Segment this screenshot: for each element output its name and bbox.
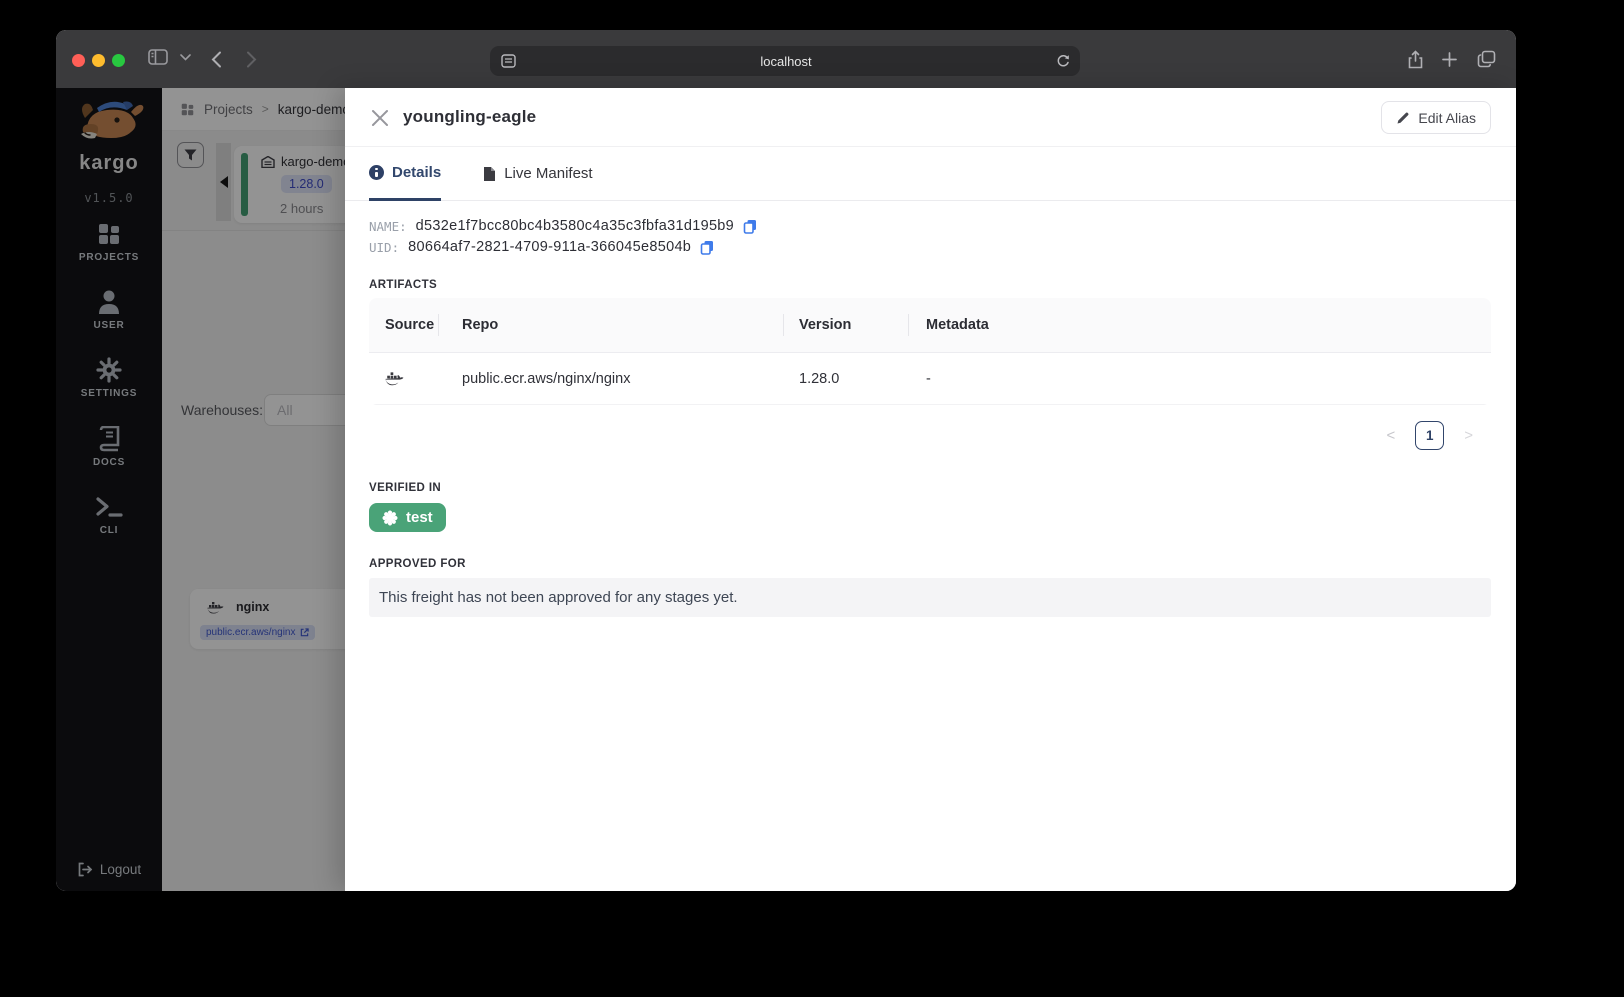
uid-value: 80664af7-2821-4709-911a-366045e8504b bbox=[408, 239, 692, 255]
close-icon[interactable] bbox=[371, 109, 389, 127]
next-page-icon[interactable]: > bbox=[1464, 427, 1473, 444]
stage-name: test bbox=[406, 509, 433, 526]
col-metadata: Metadata bbox=[908, 298, 1491, 352]
info-icon bbox=[369, 165, 384, 180]
verified-in-heading: VERIFIED IN bbox=[369, 482, 442, 494]
artifact-metadata: - bbox=[926, 370, 931, 387]
close-window-button[interactable] bbox=[72, 54, 85, 67]
col-repo: Repo bbox=[438, 298, 783, 352]
back-icon[interactable] bbox=[211, 51, 222, 68]
copy-uid-icon[interactable] bbox=[700, 240, 714, 255]
docker-icon bbox=[385, 372, 404, 386]
pagination: < 1 > bbox=[369, 421, 1491, 450]
drawer-body: NAME: d532e1f7bcc80bc4b3580c4a35c3fbfa31… bbox=[345, 218, 1516, 617]
minimize-window-button[interactable] bbox=[92, 54, 105, 67]
tab-live-manifest-label: Live Manifest bbox=[504, 165, 593, 182]
uid-label: UID: bbox=[369, 239, 400, 255]
edit-alias-label: Edit Alias bbox=[1418, 109, 1476, 126]
tab-details-label: Details bbox=[392, 164, 442, 181]
freight-details-drawer: youngling-eagle Edit Alias Details Live … bbox=[345, 88, 1516, 891]
name-value: d532e1f7bcc80bc4b3580c4a35c3fbfa31d195b9 bbox=[415, 218, 735, 234]
share-icon[interactable] bbox=[1407, 50, 1424, 69]
uid-row: UID: 80664af7-2821-4709-911a-366045e8504… bbox=[369, 239, 1491, 255]
freight-alias-title: youngling-eagle bbox=[403, 107, 537, 126]
approved-for-heading: APPROVED FOR bbox=[369, 558, 466, 570]
approved-for-empty-message: This freight has not been approved for a… bbox=[369, 578, 1491, 617]
screenshot-stage: localhost kargo v1.5.0 PROJECTS USER SET… bbox=[0, 0, 1624, 997]
name-row: NAME: d532e1f7bcc80bc4b3580c4a35c3fbfa31… bbox=[369, 218, 1491, 234]
chevron-down-icon[interactable] bbox=[180, 54, 191, 61]
drawer-header: youngling-eagle Edit Alias bbox=[345, 88, 1516, 147]
tab-details[interactable]: Details bbox=[369, 147, 442, 201]
file-icon bbox=[484, 166, 496, 181]
artifacts-table: Source Repo Version Metadata public.ecr.… bbox=[369, 298, 1491, 405]
stage-badge-test[interactable]: test bbox=[369, 503, 446, 532]
address-bar[interactable]: localhost bbox=[490, 46, 1080, 76]
artifacts-heading: ARTIFACTS bbox=[369, 279, 438, 291]
tab-overview-icon[interactable] bbox=[1477, 50, 1496, 68]
name-label: NAME: bbox=[369, 218, 407, 234]
forward-icon[interactable] bbox=[246, 51, 257, 68]
reload-icon[interactable] bbox=[1056, 54, 1070, 69]
prev-page-icon[interactable]: < bbox=[1386, 427, 1395, 444]
copy-name-icon[interactable] bbox=[743, 219, 757, 234]
url-text: localhost bbox=[760, 53, 812, 69]
artifacts-table-header: Source Repo Version Metadata bbox=[369, 298, 1491, 353]
stage-flower-icon bbox=[382, 510, 398, 525]
page-format-icon[interactable] bbox=[501, 54, 516, 68]
edit-alias-button[interactable]: Edit Alias bbox=[1381, 101, 1491, 134]
current-page-button[interactable]: 1 bbox=[1415, 421, 1445, 450]
app-content: kargo v1.5.0 PROJECTS USER SETTINGS DOCS… bbox=[56, 88, 1516, 891]
tab-live-manifest[interactable]: Live Manifest bbox=[483, 147, 593, 200]
artifact-repo: public.ecr.aws/nginx/nginx bbox=[462, 370, 631, 387]
zoom-window-button[interactable] bbox=[112, 54, 125, 67]
sidebar-toggle-icon[interactable] bbox=[148, 49, 168, 65]
browser-titlebar: localhost bbox=[56, 30, 1516, 88]
col-version: Version bbox=[783, 298, 908, 352]
table-row: public.ecr.aws/nginx/nginx 1.28.0 - bbox=[369, 353, 1491, 405]
browser-window: localhost kargo v1.5.0 PROJECTS USER SET… bbox=[56, 30, 1516, 891]
artifact-version: 1.28.0 bbox=[799, 370, 840, 387]
col-source: Source bbox=[385, 317, 435, 333]
new-tab-icon[interactable] bbox=[1442, 52, 1457, 67]
pencil-icon bbox=[1397, 112, 1409, 123]
drawer-tabs: Details Live Manifest bbox=[345, 147, 1516, 201]
